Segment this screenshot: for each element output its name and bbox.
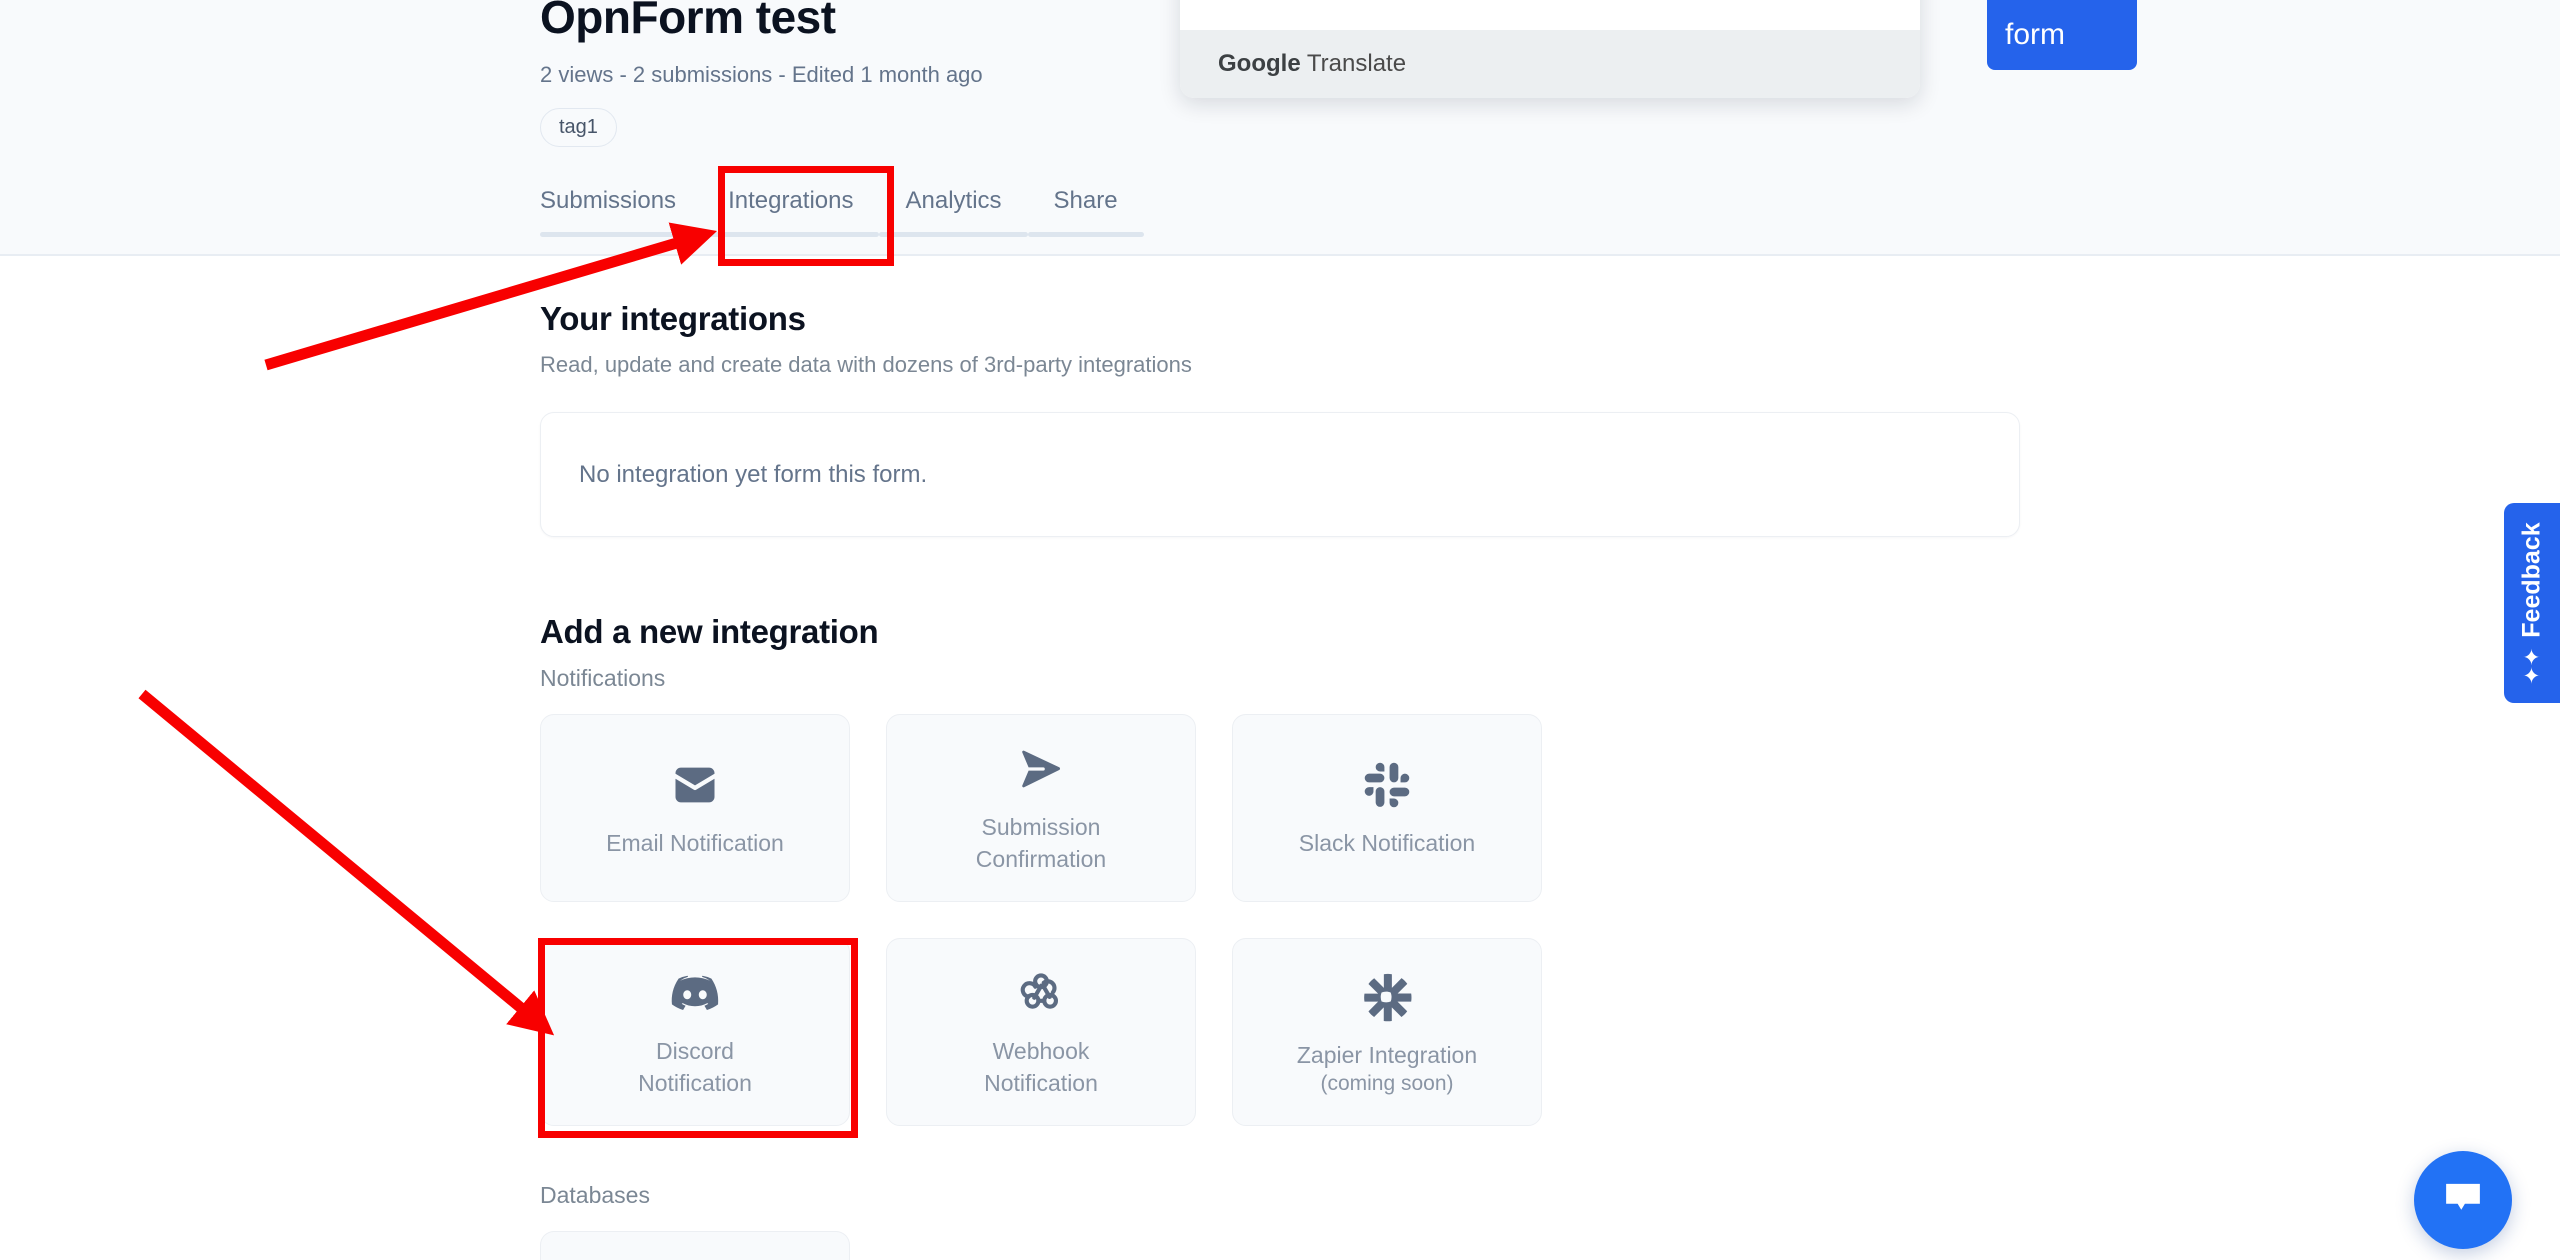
tab-underline: [702, 232, 880, 237]
tag-pill[interactable]: tag1: [540, 108, 617, 147]
zapier-icon: [1361, 968, 1413, 1026]
discord-icon: [668, 964, 722, 1022]
google-translate-popup: Google Translate: [1180, 0, 1920, 98]
envelope-icon: [669, 756, 721, 814]
google-translate-brand: Google Translate: [1218, 50, 1406, 78]
integrations-content: Your integrations Read, update and creat…: [540, 300, 2020, 1260]
group-label-notifications: Notifications: [540, 665, 666, 691]
add-integration-title: Add a new integration: [540, 613, 879, 650]
tab-integrations[interactable]: Integrations: [702, 183, 880, 237]
group-label-databases: Databases: [540, 1182, 650, 1208]
integration-card-submission-confirmation[interactable]: Submission Confirmation: [886, 714, 1196, 902]
sparkles-icon: ✦✦: [2519, 647, 2544, 685]
integration-card-discord-notification[interactable]: Discord Notification: [540, 938, 850, 1126]
paper-plane-icon: [1015, 740, 1067, 798]
chat-widget-button[interactable]: [2414, 1151, 2512, 1249]
tab-integrations-label: Integrations: [728, 187, 854, 214]
integration-card-email-notification[interactable]: Email Notification: [540, 714, 850, 902]
integration-card-zapier-integration[interactable]: Zapier Integration (coming soon): [1232, 938, 1542, 1126]
integration-card-grid: Email Notification Submission Confirmati…: [540, 714, 1860, 1126]
tab-underline: [1027, 232, 1144, 237]
chat-bubble-icon: [2440, 1175, 2486, 1226]
no-integration-text: No integration yet form this form.: [579, 460, 928, 488]
integration-card-webhook-notification[interactable]: Webhook Notification: [886, 938, 1196, 1126]
integration-card-label: Webhook Notification: [984, 1038, 1098, 1096]
integration-card-label: Submission Confirmation: [975, 814, 1107, 872]
tab-analytics-label: Analytics: [905, 187, 1002, 214]
tab-share[interactable]: Share: [1027, 183, 1144, 237]
add-integration-section: Add a new integration Notifications Emai…: [540, 613, 2020, 1260]
tab-submissions[interactable]: Submissions: [540, 183, 702, 237]
integration-card-label: Slack Notification: [1298, 830, 1476, 857]
integration-card-label: Zapier Integration: [1296, 1042, 1478, 1069]
share-form-button[interactable]: form: [1987, 0, 2137, 70]
tab-underline: [540, 232, 695, 237]
tab-analytics[interactable]: Analytics: [879, 183, 1028, 237]
no-integration-card: No integration yet form this form.: [540, 412, 2020, 537]
integration-card-label: Discord Notification: [638, 1038, 752, 1096]
form-tabs: Submissions Integrations Analytics Share: [540, 183, 1144, 237]
slack-icon: [1362, 756, 1412, 814]
your-integrations-title: Your integrations: [540, 300, 806, 337]
feedback-tab[interactable]: ✦✦ Feedback: [2504, 503, 2560, 703]
tab-underline: [879, 232, 1028, 237]
google-translate-product-text: Translate: [1300, 50, 1407, 77]
tab-share-label: Share: [1053, 187, 1118, 214]
integration-card-slack-notification[interactable]: Slack Notification: [1232, 714, 1542, 902]
tag-row: tag1: [540, 108, 2020, 147]
database-card-peek[interactable]: [540, 1231, 850, 1260]
feedback-tab-label: Feedback: [2517, 521, 2546, 638]
your-integrations-subtitle: Read, update and create data with dozens…: [540, 352, 1192, 377]
integration-card-sublabel: (coming soon): [1320, 1071, 1454, 1095]
google-translate-footer: Google Translate: [1180, 30, 1920, 98]
form-header-band: OpnForm test 2 views - 2 submissions - E…: [0, 0, 2560, 256]
feedback-tab-inner: ✦✦ Feedback: [2518, 522, 2547, 684]
tab-submissions-label: Submissions: [540, 187, 677, 214]
google-translate-brand-text: Google: [1218, 50, 1301, 77]
page-root: OpnForm test 2 views - 2 submissions - E…: [0, 0, 2560, 1260]
integration-card-label: Email Notification: [606, 830, 784, 857]
webhook-icon: [1015, 964, 1067, 1022]
annotation-arrow-to-webhook-card: [138, 689, 555, 1036]
